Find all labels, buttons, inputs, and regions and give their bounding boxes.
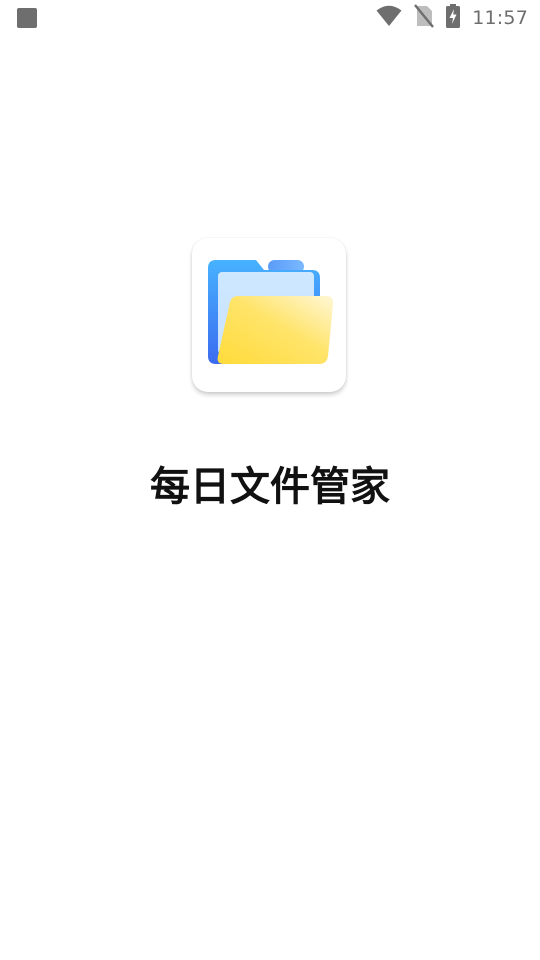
app-name-title: 每日文件管家: [150, 464, 390, 510]
wifi-icon: [376, 5, 402, 31]
app-icon: [192, 238, 346, 392]
status-time: 11:57: [472, 7, 528, 29]
status-bar: 11:57: [0, 0, 540, 36]
notification-square-icon: [17, 8, 37, 28]
battery-charging-icon: [446, 4, 461, 32]
status-icons: 11:57: [376, 4, 528, 32]
folder-icon: [208, 260, 334, 364]
no-sim-icon: [414, 4, 435, 32]
